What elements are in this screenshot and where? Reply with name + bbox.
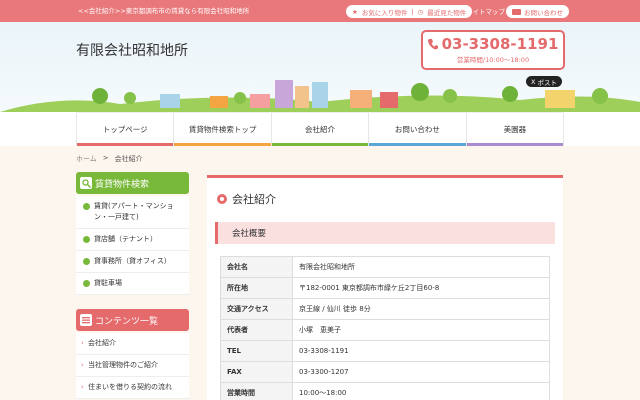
table-value: 03-3308-1191 <box>292 340 550 362</box>
sidebar-item-label: 当社管理物件のご紹介 <box>88 361 158 369</box>
main-nav: トップページ 賃貸物件検索トップ 会社紹介 お問い合わせ 美園器 <box>76 112 565 146</box>
nav-extra-underline <box>466 143 564 146</box>
bullet-icon <box>83 280 90 287</box>
table-row: 営業時間 10:00～18:00 <box>220 382 550 400</box>
sidebar-item-label: 貸事務所（貸オフィス） <box>94 257 171 265</box>
bullet-icon <box>83 203 90 210</box>
table-value: 京王線 / 仙川 徒歩 8分 <box>292 298 550 320</box>
page-title: 会社紹介 <box>232 193 276 206</box>
table-value: 小塚 恵美子 <box>292 319 550 341</box>
table-value: 03-3300-1207 <box>292 361 550 383</box>
search-list: 賃貸(アパート・マンション・一戸建て) 貸店舗（テナント） 貸事務所（貸オフィス… <box>76 196 189 295</box>
chevron-right-icon: › <box>81 339 84 347</box>
search-icon <box>80 177 92 189</box>
sidebar-item-label: 賃貸(アパート・マンション・一戸建て) <box>94 202 174 221</box>
nav-search[interactable]: 賃貸物件検索トップ <box>173 113 271 146</box>
table-key: 所在地 <box>220 277 293 299</box>
mail-icon <box>512 8 521 15</box>
chevron-right-icon: › <box>81 383 84 391</box>
table-key: 営業時間 <box>220 382 293 400</box>
breadcrumb: ホーム > 会社紹介 <box>76 154 143 164</box>
contents-list: › 会社紹介 › 当社管理物件のご紹介 › 住まいを借りる契約の流れ <box>76 333 189 399</box>
favorites-recent-box: ★ お気に入り物件 | ◷ 最近見た物件 <box>346 5 473 18</box>
sitemap-link[interactable]: サイトマップ <box>466 6 505 16</box>
phone-icon <box>427 38 438 49</box>
sidebar-item-label: 貸店舗（テナント） <box>94 235 157 243</box>
x-post-label: ポスト <box>537 78 558 87</box>
breadcrumb-current: 会社紹介 <box>114 155 143 163</box>
sidebar-item-rental[interactable]: 賃貸(アパート・マンション・一戸建て) <box>76 196 189 229</box>
nav-contact-underline <box>369 143 466 146</box>
ring-icon <box>217 194 227 204</box>
table-row: 交通アクセス 京王線 / 仙川 徒歩 8分 <box>220 298 550 320</box>
sidebar-item-company[interactable]: › 会社紹介 <box>76 333 189 355</box>
sidebar-item-store[interactable]: 貸店舗（テナント） <box>76 229 189 251</box>
table-row: 所在地 〒182-0001 東京都調布市緑ケ丘2丁目60-8 <box>220 277 550 299</box>
breadcrumb-separator: > <box>102 154 109 162</box>
table-value: 有限会社昭和地所 <box>292 256 550 278</box>
table-key: FAX <box>220 361 293 383</box>
nav-contact-label: お問い合わせ <box>394 125 440 134</box>
sidebar-item-office[interactable]: 貸事務所（貸オフィス） <box>76 251 189 273</box>
recent-link[interactable]: 最近見た物件 <box>427 7 466 17</box>
sidebar-item-label: 貸駐車場 <box>94 279 122 287</box>
nav-company[interactable]: 会社紹介 <box>270 113 369 146</box>
search-section-title: 賃貸物件検索 <box>95 179 150 190</box>
phone-box: 03-3308-1191 営業時間/10:00～18:00 <box>421 30 565 70</box>
bullet-icon <box>83 258 90 265</box>
main-content: 会社紹介 会社概要 会社名 有限会社昭和地所 所在地 〒182-0001 東京都調布… <box>207 175 563 400</box>
table-key: 代表者 <box>220 319 293 341</box>
star-icon: ★ <box>352 7 358 16</box>
table-key: 交通アクセス <box>220 298 293 320</box>
divider: | <box>411 7 414 16</box>
table-value: 〒182-0001 東京都調布市緑ケ丘2丁目60-8 <box>292 277 550 299</box>
phone-number[interactable]: 03-3308-1191 <box>442 35 559 53</box>
business-hours: 営業時間/10:00～18:00 <box>456 56 530 64</box>
chevron-right-icon: › <box>81 361 84 369</box>
nav-company-underline <box>271 143 369 146</box>
search-section-header: 賃貸物件検索 <box>76 172 189 194</box>
site-logo[interactable]: 有限会社昭和地所 <box>76 40 188 60</box>
sidebar-item-parking[interactable]: 貸駐車場 <box>76 273 189 295</box>
page-title-row: 会社紹介 <box>217 191 276 207</box>
nav-search-underline <box>174 143 271 146</box>
table-value: 10:00～18:00 <box>292 382 550 400</box>
sidebar-item-label: 会社紹介 <box>88 339 116 347</box>
table-row: 代表者 小塚 恵美子 <box>220 319 550 341</box>
nav-extra-label: 美園器 <box>503 125 527 134</box>
list-icon <box>80 314 92 326</box>
nav-company-label: 会社紹介 <box>305 125 336 134</box>
nav-contact[interactable]: お問い合わせ <box>368 113 466 146</box>
nav-top[interactable]: トップページ <box>76 113 174 146</box>
company-info-table: 会社名 有限会社昭和地所 所在地 〒182-0001 東京都調布市緑ケ丘2丁目60-… <box>220 256 550 400</box>
breadcrumb-home[interactable]: ホーム <box>76 154 97 164</box>
contact-label: お問い合わせ <box>524 8 563 17</box>
table-row: 会社名 有限会社昭和地所 <box>220 256 550 278</box>
table-key: TEL <box>220 340 293 362</box>
nav-top-label: トップページ <box>102 125 148 134</box>
x-post-button[interactable]: X ポスト <box>526 76 563 87</box>
site-tagline: <<会社紹介>>東京都調布市の賃貸なら有限会社昭和地所 <box>78 7 250 15</box>
clock-icon: ◷ <box>417 7 424 16</box>
sidebar-item-managed[interactable]: › 当社管理物件のご紹介 <box>76 355 189 377</box>
table-row: TEL 03-3308-1191 <box>220 340 550 362</box>
table-key: 会社名 <box>220 256 293 278</box>
table-row: FAX 03-3300-1207 <box>220 361 550 383</box>
contents-section-header: コンテンツ一覧 <box>76 309 189 331</box>
sidebar-item-label: 住まいを借りる契約の流れ <box>88 383 172 391</box>
contact-button[interactable]: お問い合わせ <box>506 5 569 18</box>
favorites-link[interactable]: お気に入り物件 <box>362 7 408 17</box>
nav-extra[interactable]: 美園器 <box>465 113 565 146</box>
sidebar-item-contract-flow[interactable]: › 住まいを借りる契約の流れ <box>76 377 189 399</box>
bullet-icon <box>83 236 90 243</box>
nav-search-label: 賃貸物件検索トップ <box>188 125 257 134</box>
section-subhead: 会社概要 <box>215 222 555 244</box>
nav-top-underline <box>77 143 174 146</box>
top-bar: <<会社紹介>>東京都調布市の賃貸なら有限会社昭和地所 ★ お気に入り物件 | … <box>0 0 640 22</box>
contents-section-title: コンテンツ一覧 <box>95 316 159 327</box>
